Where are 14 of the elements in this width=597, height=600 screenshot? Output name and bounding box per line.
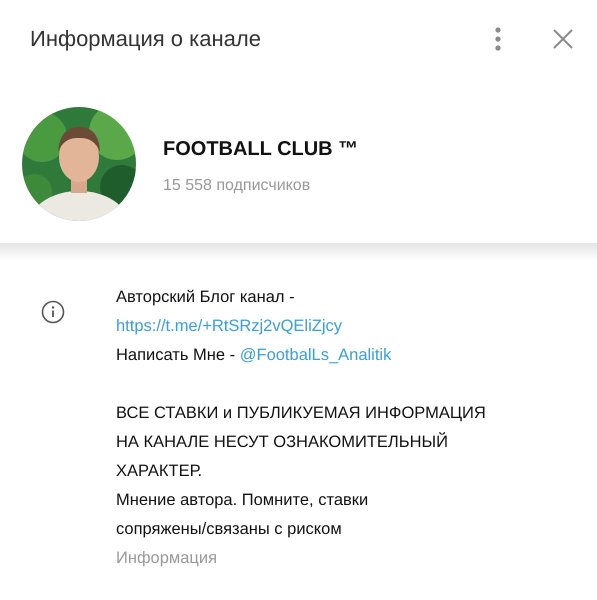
description-text: Авторский Блог канал - [116,288,295,306]
description-text: ВСЕ СТАВКИ и ПУБЛИКУЕМАЯ ИНФОРМАЦИЯ [116,404,486,422]
description-text: Мнение автора. Помните, ставки [116,491,368,509]
subscriber-count: 15 558 подписчиков [163,176,312,194]
description-text: НА КАНАЛЕ НЕСУТ ОЗНАКОМИТЕЛЬНЫЙ [116,433,448,451]
channel-name: FOOTBALL CLUB ™ [163,138,358,160]
description-caption: Информация [116,548,218,569]
link[interactable]: @FootbalLs_Analitik [240,346,392,364]
link[interactable]: https://t.me/+RtSRzj2vQEliZjcy [116,317,342,335]
info-icon [41,300,65,324]
description-text: ХАРАКТЕР. [116,462,202,480]
description-text: Написать Мне - [116,346,236,364]
panel-title: Информация о канале [30,26,262,52]
description-text: сопряжены/связаны с риском [116,520,342,538]
